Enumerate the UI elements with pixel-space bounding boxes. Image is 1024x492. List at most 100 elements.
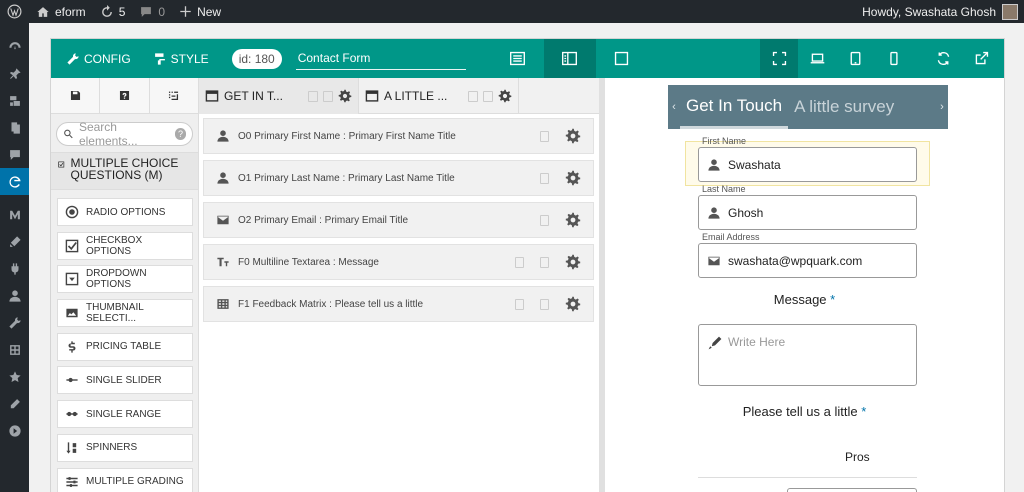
plugins-icon[interactable] — [0, 255, 29, 282]
tab-get-in-touch[interactable]: GET IN T... — [199, 78, 359, 114]
field-item-first-name[interactable]: O0 Primary First Name : Primary First Na… — [203, 118, 594, 154]
field-item-message[interactable]: F0 Multiline Textarea : Message — [203, 244, 594, 280]
form-title-input[interactable]: Contact Form — [295, 48, 466, 70]
grading-icon — [66, 476, 78, 487]
question-icon — [119, 90, 130, 101]
refresh-icon — [101, 4, 112, 17]
chevron-left-icon[interactable]: ‹ — [668, 101, 680, 113]
email-input[interactable]: swashata@wpquark.com — [698, 243, 917, 278]
message-title-text: Message — [773, 292, 827, 307]
field-label: O2 Primary Email : Primary Email Title — [238, 214, 409, 226]
layout-fullwidth-button[interactable] — [492, 39, 544, 78]
help-button[interactable] — [100, 78, 150, 113]
users-icon[interactable] — [0, 282, 29, 309]
site-name-link[interactable]: eform — [29, 0, 93, 23]
gear-icon[interactable] — [565, 254, 581, 270]
field-item-email[interactable]: O2 Primary Email : Primary Email Title — [203, 202, 594, 238]
select-button[interactable] — [150, 78, 198, 113]
text-icon — [217, 257, 229, 267]
element-search-input[interactable]: Search elements... ? — [56, 120, 193, 148]
field-item-last-name[interactable]: O1 Primary Last Name : Primary Last Name… — [203, 160, 594, 196]
category-multiple-choice[interactable]: MULTIPLE CHOICE QUESTIONS (M) — [51, 152, 198, 190]
gear-icon[interactable] — [565, 170, 581, 186]
element-label: DROPDOWN OPTIONS — [86, 268, 147, 291]
new-content-link[interactable]: New — [172, 0, 228, 23]
tab-a-little-survey[interactable]: A LITTLE ... — [359, 78, 519, 114]
updates-link[interactable]: 5 — [93, 0, 133, 23]
gear-icon[interactable] — [498, 89, 512, 103]
element-thumbnail-selection[interactable]: THUMBNAIL SELECTI... — [57, 299, 193, 328]
element-spinners[interactable]: SPINNERS — [57, 433, 193, 462]
trash-icon[interactable] — [515, 298, 524, 310]
star-icon[interactable] — [0, 363, 29, 390]
pages-icon[interactable] — [0, 114, 29, 141]
save-button[interactable] — [51, 78, 101, 113]
collapse-icon[interactable] — [0, 417, 29, 444]
element-multiple-grading[interactable]: MULTIPLE GRADING — [57, 467, 193, 492]
comments-menu-icon[interactable] — [0, 141, 29, 168]
copy-icon[interactable] — [323, 90, 333, 102]
trash-icon[interactable] — [515, 256, 524, 268]
element-single-slider[interactable]: SINGLE SLIDER — [57, 366, 193, 395]
trash-icon[interactable] — [540, 214, 549, 226]
dashboard-icon[interactable] — [0, 33, 29, 60]
refresh-preview-button[interactable] — [924, 39, 962, 78]
trash-icon[interactable] — [308, 90, 318, 102]
preview-tab-survey[interactable]: A little survey — [788, 85, 900, 129]
config-button[interactable]: CONFIG — [55, 39, 142, 78]
media-icon[interactable] — [0, 87, 29, 114]
element-single-range[interactable]: SINGLE RANGE — [57, 400, 193, 429]
edit-icon[interactable] — [0, 390, 29, 417]
gear-icon[interactable] — [338, 89, 352, 103]
copy-icon[interactable] — [483, 90, 493, 102]
trash-icon[interactable] — [540, 172, 549, 184]
desktop-preview-button[interactable] — [798, 39, 836, 78]
preview-tab-get-in-touch[interactable]: Get In Touch — [680, 85, 789, 129]
layout-preview-button[interactable] — [596, 39, 648, 78]
gear-icon[interactable] — [565, 212, 581, 228]
copy-icon[interactable] — [540, 256, 549, 268]
admin-bar: eform 5 0 New Howdy, Swashata Ghosh — [0, 0, 1024, 23]
eform-icon[interactable] — [0, 168, 29, 195]
element-pricing-table[interactable]: PRICING TABLE — [57, 332, 193, 361]
appearance-icon[interactable] — [0, 228, 29, 255]
user-icon — [217, 130, 229, 142]
matrix-input[interactable] — [787, 488, 917, 492]
mobile-preview-button[interactable] — [874, 39, 912, 78]
tools-icon[interactable] — [0, 309, 29, 336]
tablet-preview-button[interactable] — [836, 39, 874, 78]
chevron-right-icon[interactable]: › — [936, 101, 948, 113]
pin-icon[interactable] — [0, 60, 29, 87]
copy-icon[interactable] — [540, 298, 549, 310]
trash-icon[interactable] — [468, 90, 478, 102]
gear-icon[interactable] — [565, 128, 581, 144]
element-dropdown-options[interactable]: DROPDOWN OPTIONS — [57, 265, 193, 294]
field-item-feedback-matrix[interactable]: F1 Feedback Matrix : Please tell us a li… — [203, 286, 594, 322]
new-label: New — [197, 4, 222, 19]
message-textarea[interactable]: Write Here — [698, 324, 917, 386]
open-external-button[interactable] — [962, 39, 1000, 78]
element-checkbox-options[interactable]: CHECKBOX OPTIONS — [57, 231, 193, 260]
help-circle-icon[interactable]: ? — [175, 128, 187, 140]
m-plugin-icon[interactable] — [0, 201, 29, 228]
form-id-badge: id: 180 — [231, 48, 282, 69]
envelope-icon — [708, 256, 720, 265]
comments-link[interactable]: 0 — [132, 0, 172, 23]
trash-icon[interactable] — [540, 130, 549, 142]
layout-split-button[interactable] — [543, 39, 596, 78]
style-button[interactable]: STYLE — [142, 39, 220, 78]
field-label: O1 Primary Last Name : Primary Last Name… — [238, 172, 455, 184]
image-icon — [66, 308, 78, 318]
first-name-value: Swashata — [728, 157, 781, 172]
preview-form: ‹ Get In Touch A little survey › First N… — [605, 78, 1004, 492]
style-label: STYLE — [170, 51, 209, 66]
first-name-input[interactable]: Swashata — [698, 147, 917, 182]
fullscreen-button[interactable] — [760, 39, 798, 78]
settings-icon[interactable] — [0, 336, 29, 363]
wordpress-logo-icon[interactable] — [0, 0, 29, 23]
gear-icon[interactable] — [565, 296, 581, 312]
account-menu[interactable]: Howdy, Swashata Ghosh — [862, 3, 1024, 20]
checkbox-icon — [65, 239, 79, 252]
element-radio-options[interactable]: RADIO OPTIONS — [57, 198, 193, 226]
last-name-input[interactable]: Ghosh — [698, 195, 917, 230]
